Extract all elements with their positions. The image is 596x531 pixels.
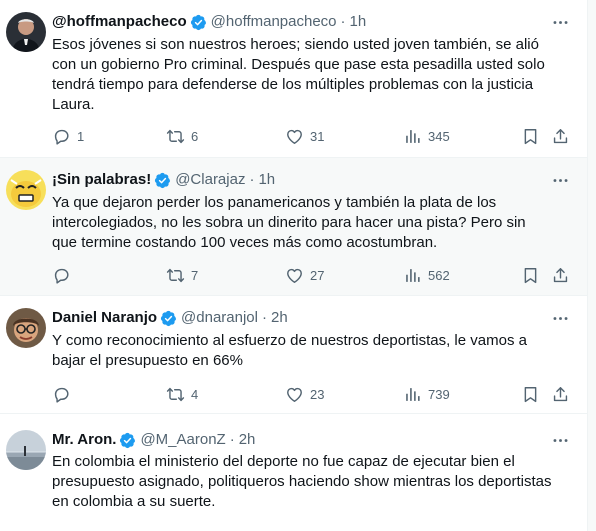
avatar[interactable] bbox=[6, 12, 46, 52]
bookmark-icon bbox=[521, 385, 540, 404]
repost-count: 7 bbox=[191, 267, 199, 283]
verified-badge-icon bbox=[160, 310, 177, 327]
separator: · bbox=[340, 13, 346, 30]
like-count: 31 bbox=[310, 128, 325, 144]
tweet-header: ¡Sin palabras! @Clarajaz · 1h bbox=[52, 170, 275, 190]
bookmark-button[interactable] bbox=[521, 384, 540, 404]
views-button[interactable]: 345 bbox=[403, 126, 450, 146]
repost-button[interactable]: 7 bbox=[166, 265, 198, 285]
reply-count: 1 bbox=[77, 128, 85, 144]
timestamp[interactable]: 1h bbox=[350, 12, 367, 32]
reply-feed: @hoffmanpacheco @hoffmanpacheco · 1h Eso… bbox=[0, 0, 587, 531]
timestamp[interactable]: 1h bbox=[258, 170, 275, 190]
views-icon bbox=[403, 385, 422, 404]
avatar[interactable] bbox=[6, 430, 46, 470]
heart-icon bbox=[285, 385, 304, 404]
handle[interactable]: @Clarajaz bbox=[175, 170, 245, 190]
verified-badge-icon bbox=[119, 432, 136, 449]
share-button[interactable] bbox=[551, 384, 570, 404]
action-bar: 4 23 739 bbox=[52, 384, 574, 404]
tweet-header: Daniel Naranjo @dnaranjol · 2h bbox=[52, 308, 288, 328]
heart-icon bbox=[285, 127, 304, 146]
tweet[interactable]: @hoffmanpacheco @hoffmanpacheco · 1h Eso… bbox=[0, 0, 587, 158]
separator: · bbox=[261, 309, 267, 326]
person-photo-icon bbox=[6, 12, 46, 52]
like-button[interactable]: 31 bbox=[285, 126, 324, 146]
tweet[interactable]: Mr. Aron. @M_AaronZ · 2h En colombia el … bbox=[0, 414, 587, 531]
views-button[interactable]: 739 bbox=[403, 384, 450, 404]
heart-icon bbox=[285, 266, 304, 285]
more-icon bbox=[551, 171, 570, 190]
display-name[interactable]: @hoffmanpacheco bbox=[52, 12, 187, 32]
tweet-header: @hoffmanpacheco @hoffmanpacheco · 1h bbox=[52, 12, 366, 32]
avatar[interactable] bbox=[6, 170, 46, 210]
reply-icon bbox=[52, 127, 71, 146]
person-glasses-icon bbox=[6, 308, 46, 348]
like-button[interactable]: 23 bbox=[285, 384, 324, 404]
repost-icon bbox=[166, 385, 185, 404]
more-options-button[interactable] bbox=[549, 430, 571, 450]
repost-icon bbox=[166, 266, 185, 285]
tweet-text: Y como reconocimiento al esfuerzo de nue… bbox=[52, 332, 527, 369]
views-button[interactable]: 562 bbox=[403, 265, 450, 285]
share-icon bbox=[551, 266, 570, 285]
separator: · bbox=[229, 431, 235, 448]
views-count: 345 bbox=[428, 128, 450, 144]
share-button[interactable] bbox=[551, 126, 570, 146]
tweet[interactable]: Daniel Naranjo @dnaranjol · 2h Y como re… bbox=[0, 296, 587, 414]
scrollbar[interactable] bbox=[587, 0, 596, 531]
reply-icon bbox=[52, 266, 71, 285]
separator: · bbox=[249, 171, 255, 188]
avatar[interactable] bbox=[6, 308, 46, 348]
landscape-photo-icon bbox=[6, 430, 46, 470]
reply-button[interactable] bbox=[52, 265, 77, 285]
verified-badge-icon bbox=[154, 172, 171, 189]
repost-count: 6 bbox=[191, 128, 199, 144]
verified-badge-icon bbox=[190, 14, 207, 31]
reply-icon bbox=[52, 385, 71, 404]
handle[interactable]: @M_AaronZ bbox=[140, 430, 225, 450]
more-icon bbox=[551, 13, 570, 32]
repost-count: 4 bbox=[191, 386, 199, 402]
repost-button[interactable]: 4 bbox=[166, 384, 198, 404]
action-bar: 7 27 562 bbox=[52, 265, 574, 285]
bookmark-button[interactable] bbox=[521, 265, 540, 285]
bookmark-button[interactable] bbox=[521, 126, 540, 146]
bookmark-icon bbox=[521, 266, 540, 285]
tweet-text: En colombia el ministerio del deporte no… bbox=[52, 453, 552, 510]
tweet[interactable]: ¡Sin palabras! @Clarajaz · 1h Ya que dej… bbox=[0, 158, 587, 296]
display-name[interactable]: Daniel Naranjo bbox=[52, 308, 157, 328]
bookmark-icon bbox=[521, 127, 540, 146]
repost-icon bbox=[166, 127, 185, 146]
display-name[interactable]: ¡Sin palabras! bbox=[52, 170, 151, 190]
tweet-text: Esos jóvenes si son nuestros heroes; sie… bbox=[52, 36, 545, 113]
timestamp[interactable]: 2h bbox=[239, 430, 256, 450]
views-icon bbox=[403, 266, 422, 285]
more-options-button[interactable] bbox=[549, 170, 571, 190]
share-icon bbox=[551, 385, 570, 404]
more-options-button[interactable] bbox=[549, 308, 571, 328]
like-button[interactable]: 27 bbox=[285, 265, 324, 285]
views-count: 739 bbox=[428, 386, 450, 402]
cartoon-face-icon bbox=[6, 170, 46, 210]
more-icon bbox=[551, 309, 570, 328]
views-count: 562 bbox=[428, 267, 450, 283]
reply-button[interactable]: 1 bbox=[52, 126, 84, 146]
handle[interactable]: @dnaranjol bbox=[181, 308, 258, 328]
timestamp[interactable]: 2h bbox=[271, 308, 288, 328]
display-name[interactable]: Mr. Aron. bbox=[52, 430, 116, 450]
more-icon bbox=[551, 431, 570, 450]
repost-button[interactable]: 6 bbox=[166, 126, 198, 146]
more-options-button[interactable] bbox=[549, 12, 571, 32]
reply-button[interactable] bbox=[52, 384, 77, 404]
like-count: 27 bbox=[310, 267, 325, 283]
tweet-text: Ya que dejaron perder los panamericanos … bbox=[52, 194, 526, 251]
handle[interactable]: @hoffmanpacheco bbox=[211, 12, 337, 32]
like-count: 23 bbox=[310, 386, 325, 402]
views-icon bbox=[403, 127, 422, 146]
action-bar: 1 6 31 345 bbox=[52, 126, 574, 146]
share-icon bbox=[551, 127, 570, 146]
share-button[interactable] bbox=[551, 265, 570, 285]
tweet-header: Mr. Aron. @M_AaronZ · 2h bbox=[52, 430, 255, 450]
